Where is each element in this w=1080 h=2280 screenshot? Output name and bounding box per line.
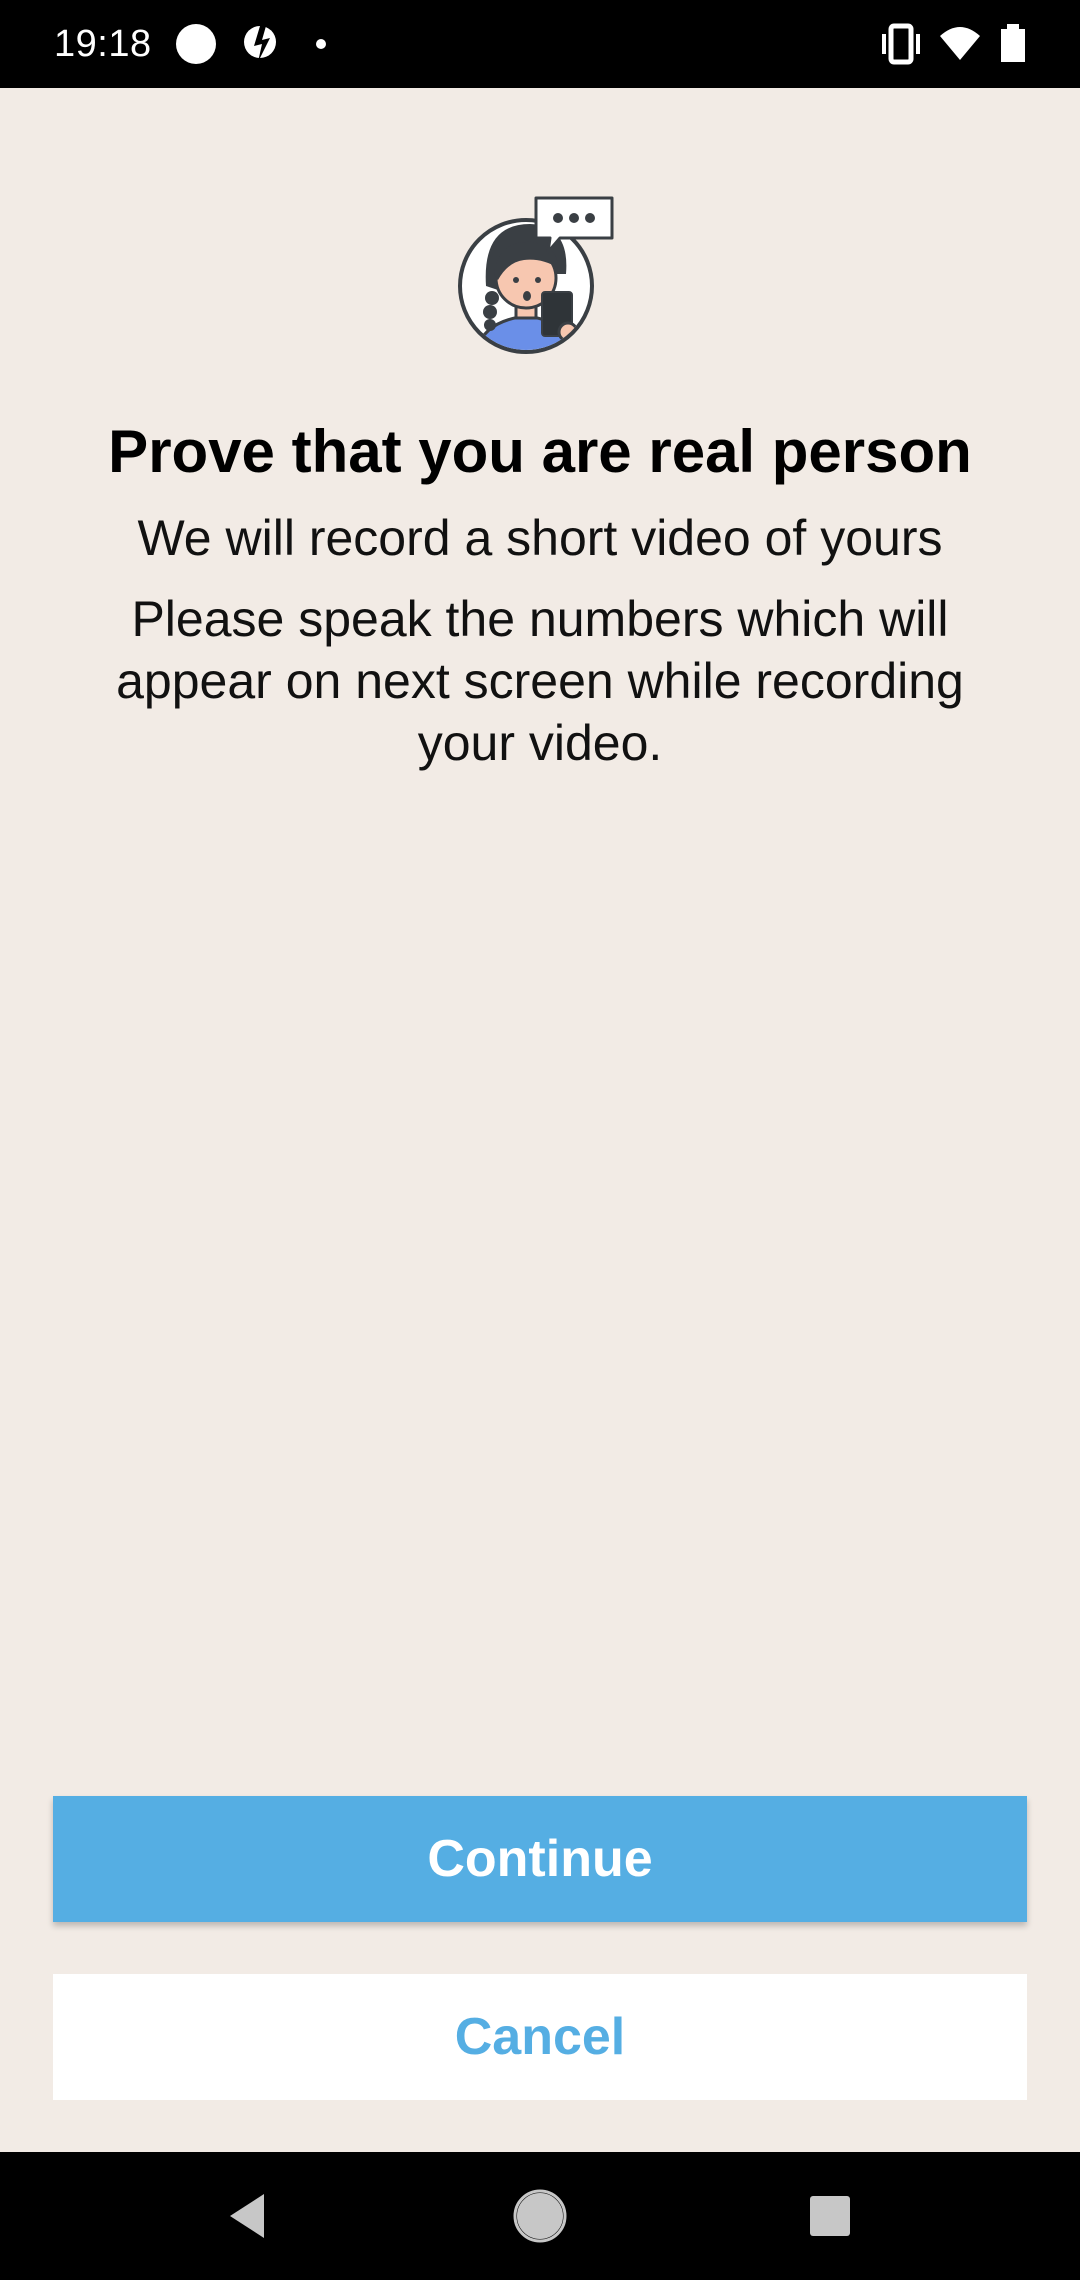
- subtitle-text: We will record a short video of yours: [137, 510, 943, 566]
- page-title: Prove that you are real person: [108, 418, 972, 485]
- battery-icon: [1001, 24, 1025, 62]
- instructions-text: Please speak the numbers which will appe…: [116, 591, 964, 771]
- continue-button[interactable]: Continue: [53, 1796, 1027, 1922]
- dot-notification-icon: [316, 39, 326, 49]
- vibrate-icon: [882, 23, 920, 65]
- status-time: 19:18: [54, 23, 152, 65]
- back-icon[interactable]: [218, 2186, 278, 2246]
- cancel-button[interactable]: Cancel: [53, 1974, 1027, 2100]
- wifi-icon: [940, 27, 980, 60]
- navigation-bar: [0, 2152, 1080, 2280]
- recents-icon[interactable]: [800, 2186, 860, 2246]
- main-content: Prove that you are real person We will r…: [0, 88, 1080, 2152]
- sync-notification-icon: [244, 26, 276, 62]
- person-phone-speech-illustration: [458, 196, 614, 354]
- home-icon[interactable]: [510, 2186, 570, 2246]
- circle-notification-icon: [176, 24, 216, 64]
- status-bar: 19:18: [0, 0, 1080, 88]
